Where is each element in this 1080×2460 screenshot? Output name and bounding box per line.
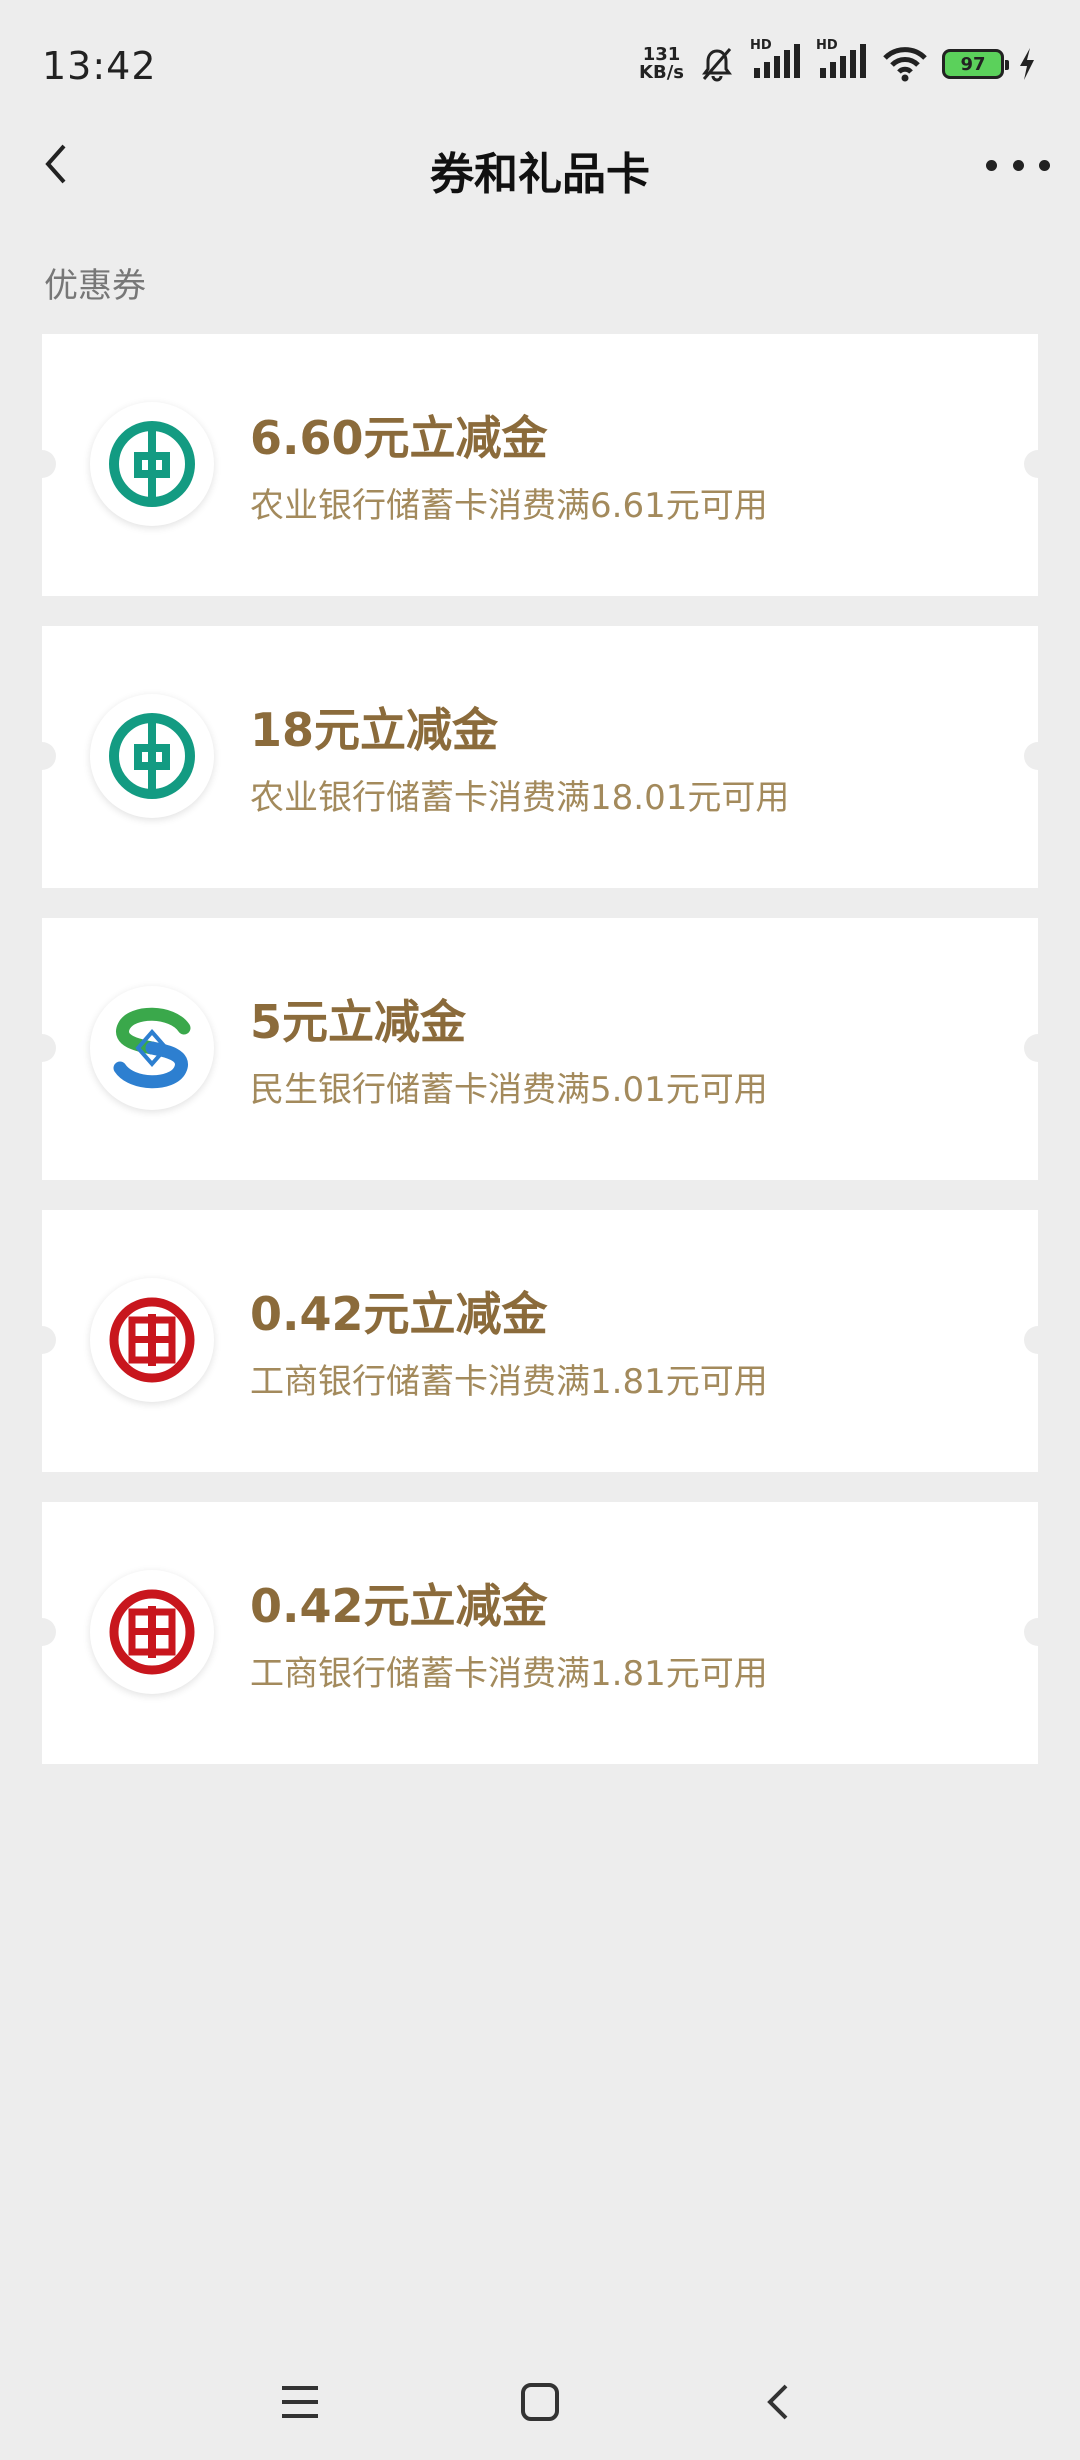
- ticket-notch: [1024, 1326, 1052, 1354]
- recent-apps-button[interactable]: [270, 2372, 330, 2432]
- icbc-bank-logo-icon: [90, 1570, 214, 1694]
- more-dot-icon: [986, 159, 997, 171]
- square-home-icon: [521, 2383, 559, 2421]
- section-label-coupons: 优惠券: [44, 266, 146, 306]
- hd-label-1: HD: [750, 38, 772, 53]
- ticket-notch: [1024, 450, 1052, 478]
- ticket-notch: [28, 450, 56, 478]
- battery-indicator: 97: [942, 49, 1009, 79]
- ticket-notch: [28, 1618, 56, 1646]
- chevron-left-icon: [767, 2384, 788, 2420]
- more-dot-icon: [1012, 159, 1024, 171]
- nav-bar: 券和礼品卡: [0, 120, 1080, 210]
- coupon-description: 农业银行储蓄卡消费满6.61元可用: [250, 486, 768, 526]
- coupon-title: 6.60元立减金: [250, 411, 548, 465]
- coupon-title: 0.42元立减金: [250, 1287, 548, 1341]
- coupon-card[interactable]: 5元立减金 民生银行储蓄卡消费满5.01元可用: [28, 918, 1052, 1180]
- status-bar: 13:42 131 KB/s HD HD 97: [0, 0, 1080, 140]
- ticket-notch: [28, 1326, 56, 1354]
- coupon-title: 5元立减金: [250, 995, 467, 1049]
- coupon-description: 工商银行储蓄卡消费满1.81元可用: [250, 1362, 768, 1402]
- ticket-notch: [1024, 742, 1052, 770]
- system-back-button[interactable]: [750, 2372, 810, 2432]
- page-title: 券和礼品卡: [430, 149, 650, 200]
- ticket-notch: [1024, 1618, 1052, 1646]
- ticket-notch: [28, 1034, 56, 1062]
- coupon-description: 工商银行储蓄卡消费满1.81元可用: [250, 1654, 768, 1694]
- menu-lines-icon: [282, 2386, 318, 2418]
- abc-bank-logo-icon: [90, 694, 214, 818]
- wifi-icon: [883, 47, 927, 82]
- mute-bell-icon: [702, 48, 732, 82]
- charging-bolt-icon: [1020, 48, 1034, 80]
- coupon-card[interactable]: 6.60元立减金 农业银行储蓄卡消费满6.61元可用: [28, 334, 1052, 596]
- hd-label-2: HD: [816, 38, 838, 53]
- signal-1: HD: [750, 38, 802, 84]
- icbc-bank-logo-icon: [90, 1278, 214, 1402]
- coupon-title: 18元立减金: [250, 703, 499, 757]
- coupon-description: 农业银行储蓄卡消费满18.01元可用: [250, 778, 790, 818]
- system-navigation-bar: [0, 2350, 1080, 2440]
- more-options-button[interactable]: [986, 140, 1050, 190]
- ticket-notch: [1024, 1034, 1052, 1062]
- coupon-title: 0.42元立减金: [250, 1579, 548, 1633]
- status-icons: 131 KB/s HD HD 97: [639, 38, 1036, 84]
- more-dot-icon: [1039, 159, 1050, 171]
- coupon-card[interactable]: 0.42元立减金 工商银行储蓄卡消费满1.81元可用: [28, 1210, 1052, 1472]
- home-button[interactable]: [510, 2372, 570, 2432]
- coupon-description: 民生银行储蓄卡消费满5.01元可用: [250, 1070, 768, 1110]
- abc-bank-logo-icon: [90, 402, 214, 526]
- battery-level: 97: [960, 53, 986, 75]
- network-speed-unit: KB/s: [639, 62, 684, 83]
- coupon-list: 6.60元立减金 农业银行储蓄卡消费满6.61元可用 18元立减金 农业银行储蓄…: [28, 334, 1052, 1794]
- network-speed: 131 KB/s: [639, 46, 684, 82]
- ticket-notch: [28, 742, 56, 770]
- cmbc-bank-logo-icon: [90, 986, 214, 1110]
- coupon-card[interactable]: 18元立减金 农业银行储蓄卡消费满18.01元可用: [28, 626, 1052, 888]
- status-time: 13:42: [42, 44, 157, 88]
- coupon-card[interactable]: 0.42元立减金 工商银行储蓄卡消费满1.81元可用: [28, 1502, 1052, 1764]
- signal-2: HD: [816, 38, 868, 84]
